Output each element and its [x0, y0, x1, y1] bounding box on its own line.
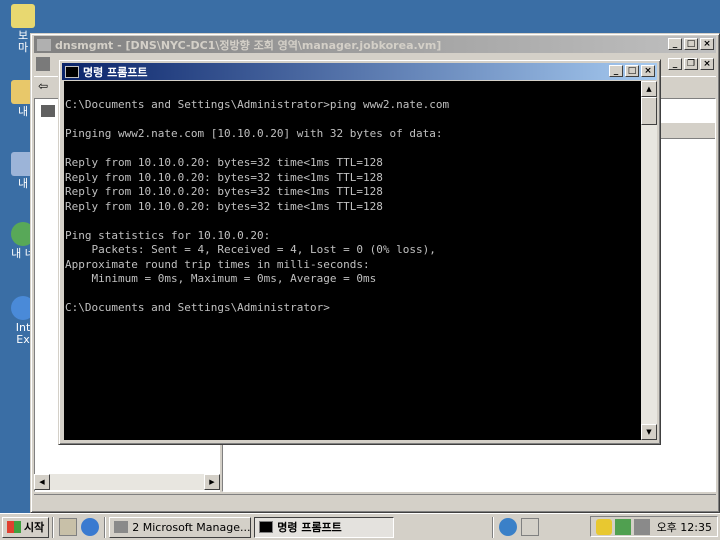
help-icon	[11, 4, 35, 28]
window-title: 명령 프롬프트	[83, 65, 148, 79]
desktop-icon-label: 보 마	[17, 29, 29, 54]
taskbar-separator	[104, 516, 107, 538]
language-globe-icon[interactable]	[499, 518, 518, 536]
internet-explorer-icon[interactable]	[81, 518, 100, 536]
show-desktop-icon[interactable]	[59, 518, 78, 536]
console-line: Pinging www2.nate.com [10.10.0.20] with …	[65, 127, 443, 140]
start-label: 시작	[24, 521, 45, 534]
scroll-thumb[interactable]	[641, 97, 657, 125]
status-bar	[34, 494, 716, 510]
console-line: Packets: Sent = 4, Received = 4, Lost = …	[65, 243, 436, 256]
system-tray: 오후 12:35	[589, 516, 718, 537]
child-caption-buttons: _ ❐ ×	[668, 58, 714, 70]
maximize-button[interactable]: □	[684, 38, 698, 50]
taskbar-separator	[52, 516, 55, 538]
ime-icon[interactable]	[521, 518, 540, 536]
mmc-icon	[36, 57, 50, 71]
console-line: Minimum = 0ms, Maximum = 0ms, Average = …	[65, 272, 377, 285]
child-minimize-button[interactable]: _	[668, 58, 682, 70]
clock[interactable]: 오후 12:35	[657, 519, 712, 535]
console-vscrollbar[interactable]: ▲ ▼	[641, 81, 657, 440]
caption-buttons: _ □ ×	[609, 65, 655, 77]
tree-hscrollbar[interactable]: ◀ ▶	[34, 474, 220, 490]
scroll-down-button[interactable]: ▼	[641, 424, 657, 440]
mmc-icon	[114, 521, 129, 533]
window-title: dnsmgmt - [DNS\NYC-DC1\정방향 조회 영역\manager…	[55, 38, 442, 52]
task-label: 2 Microsoft Manage...	[132, 520, 251, 534]
desktop-icon-label: 내	[17, 177, 29, 190]
console-line: C:\Documents and Settings\Administrator>	[65, 301, 330, 314]
back-arrow-icon[interactable]: ⇦	[38, 79, 48, 93]
column-header	[653, 123, 715, 139]
task-label: 명령 프롬프트	[277, 521, 342, 534]
dns-icon	[37, 38, 51, 51]
console-output[interactable]: C:\Documents and Settings\Administrator>…	[64, 81, 641, 440]
console-line: Approximate round trip times in milli-se…	[65, 257, 370, 271]
caption-buttons: _ □ ×	[668, 38, 714, 50]
maximize-button[interactable]: □	[625, 65, 639, 77]
minimize-button[interactable]: _	[609, 65, 623, 77]
scroll-up-button[interactable]: ▲	[641, 81, 657, 97]
desktop-icon-label: 내	[17, 105, 29, 118]
scroll-right-button[interactable]: ▶	[204, 474, 220, 490]
volume-icon[interactable]	[633, 518, 650, 535]
task-mmc[interactable]: 2 Microsoft Manage...	[109, 516, 252, 538]
child-close-button[interactable]: ×	[700, 58, 714, 70]
console-line: Reply from 10.10.0.20: bytes=32 time<1ms…	[65, 185, 383, 198]
windows-logo-icon	[7, 521, 21, 533]
server-icon	[41, 105, 55, 117]
console-line: C:\Documents and Settings\Administrator>…	[65, 98, 450, 111]
scroll-left-button[interactable]: ◀	[34, 474, 50, 490]
network-icon[interactable]	[614, 518, 631, 535]
console-line: Reply from 10.10.0.20: bytes=32 time<1ms…	[65, 199, 383, 213]
close-button[interactable]: ×	[700, 38, 714, 50]
taskbar-separator	[492, 516, 495, 538]
dnsmgmt-titlebar[interactable]: dnsmgmt - [DNS\NYC-DC1\정방향 조회 영역\manager…	[34, 36, 716, 53]
security-shield-icon[interactable]	[595, 518, 612, 535]
desktop-icon-label: Int Ex	[15, 321, 31, 346]
console-line: Ping statistics for 10.10.0.20:	[65, 228, 271, 242]
taskbar: 시작 2 Microsoft Manage... 명령 프롬프트 오후 12:3…	[0, 513, 720, 540]
cmd-titlebar[interactable]: 명령 프롬프트 _ □ ×	[62, 63, 657, 80]
child-restore-button[interactable]: ❐	[684, 58, 698, 70]
minimize-button[interactable]: _	[668, 38, 682, 50]
close-button[interactable]: ×	[641, 65, 655, 77]
start-button[interactable]: 시작	[2, 516, 50, 538]
task-cmd[interactable]: 명령 프롬프트	[254, 516, 395, 538]
cmd-icon	[65, 65, 79, 78]
console-line: Reply from 10.10.0.20: bytes=32 time<1ms…	[65, 170, 383, 184]
console-line: Reply from 10.10.0.20: bytes=32 time<1ms…	[65, 156, 383, 169]
cmd-icon	[259, 521, 274, 533]
